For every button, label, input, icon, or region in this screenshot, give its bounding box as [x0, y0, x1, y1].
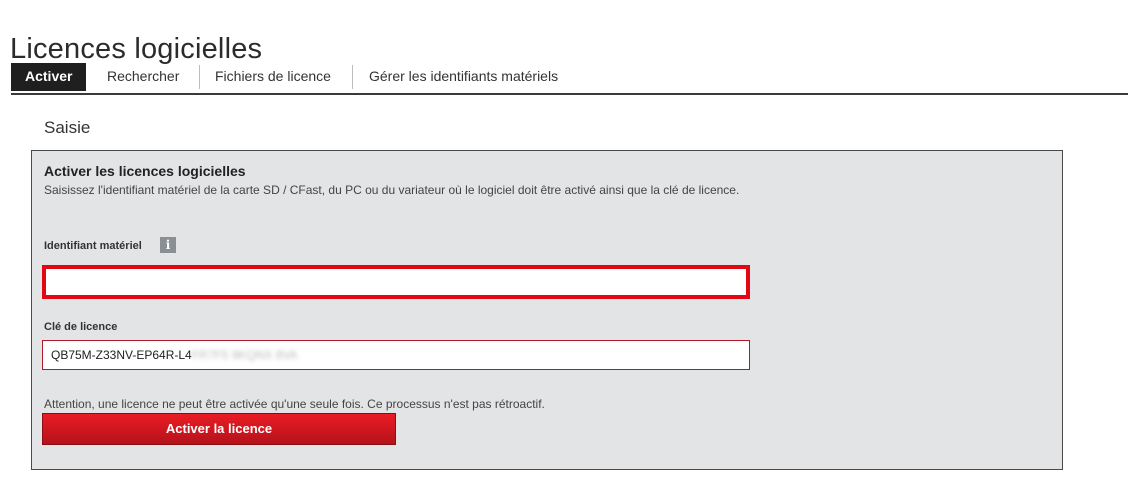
section-title: Saisie: [44, 118, 91, 137]
activate-license-button[interactable]: Activer la licence: [42, 413, 396, 445]
tab-rechercher[interactable]: Rechercher: [107, 63, 179, 91]
tab-separator: [199, 65, 200, 89]
activation-panel: Activer les licences logicielles Saisiss…: [31, 150, 1063, 470]
tab-separator: [352, 65, 353, 89]
license-key-label: Clé de licence: [44, 321, 118, 333]
license-key-value: QB75M-Z33NV-EP64R-L4: [51, 348, 192, 362]
license-key-blurred-part: FR7F5 9KQNX 8VA: [191, 348, 298, 362]
page-title: Licences logicielles: [10, 33, 263, 66]
license-key-input[interactable]: QB75M-Z33NV-EP64R-L4FR7F5 9KQNX 8VA: [42, 340, 750, 370]
panel-heading: Activer les licences logicielles: [44, 163, 246, 179]
info-icon[interactable]: i: [160, 237, 176, 253]
warning-text: Attention, une licence ne peut être acti…: [44, 397, 545, 411]
tab-activer[interactable]: Activer: [11, 63, 87, 91]
panel-description: Saisissez l'identifiant matériel de la c…: [44, 183, 740, 197]
tab-bar: Activer Rechercher Fichiers de licence G…: [11, 63, 1128, 95]
hardware-id-input[interactable]: [42, 265, 750, 299]
tab-fichiers-de-licence[interactable]: Fichiers de licence: [215, 63, 331, 91]
tab-gerer-identifiants[interactable]: Gérer les identifiants matériels: [369, 63, 558, 91]
hardware-id-label: Identifiant matériel: [44, 240, 142, 252]
